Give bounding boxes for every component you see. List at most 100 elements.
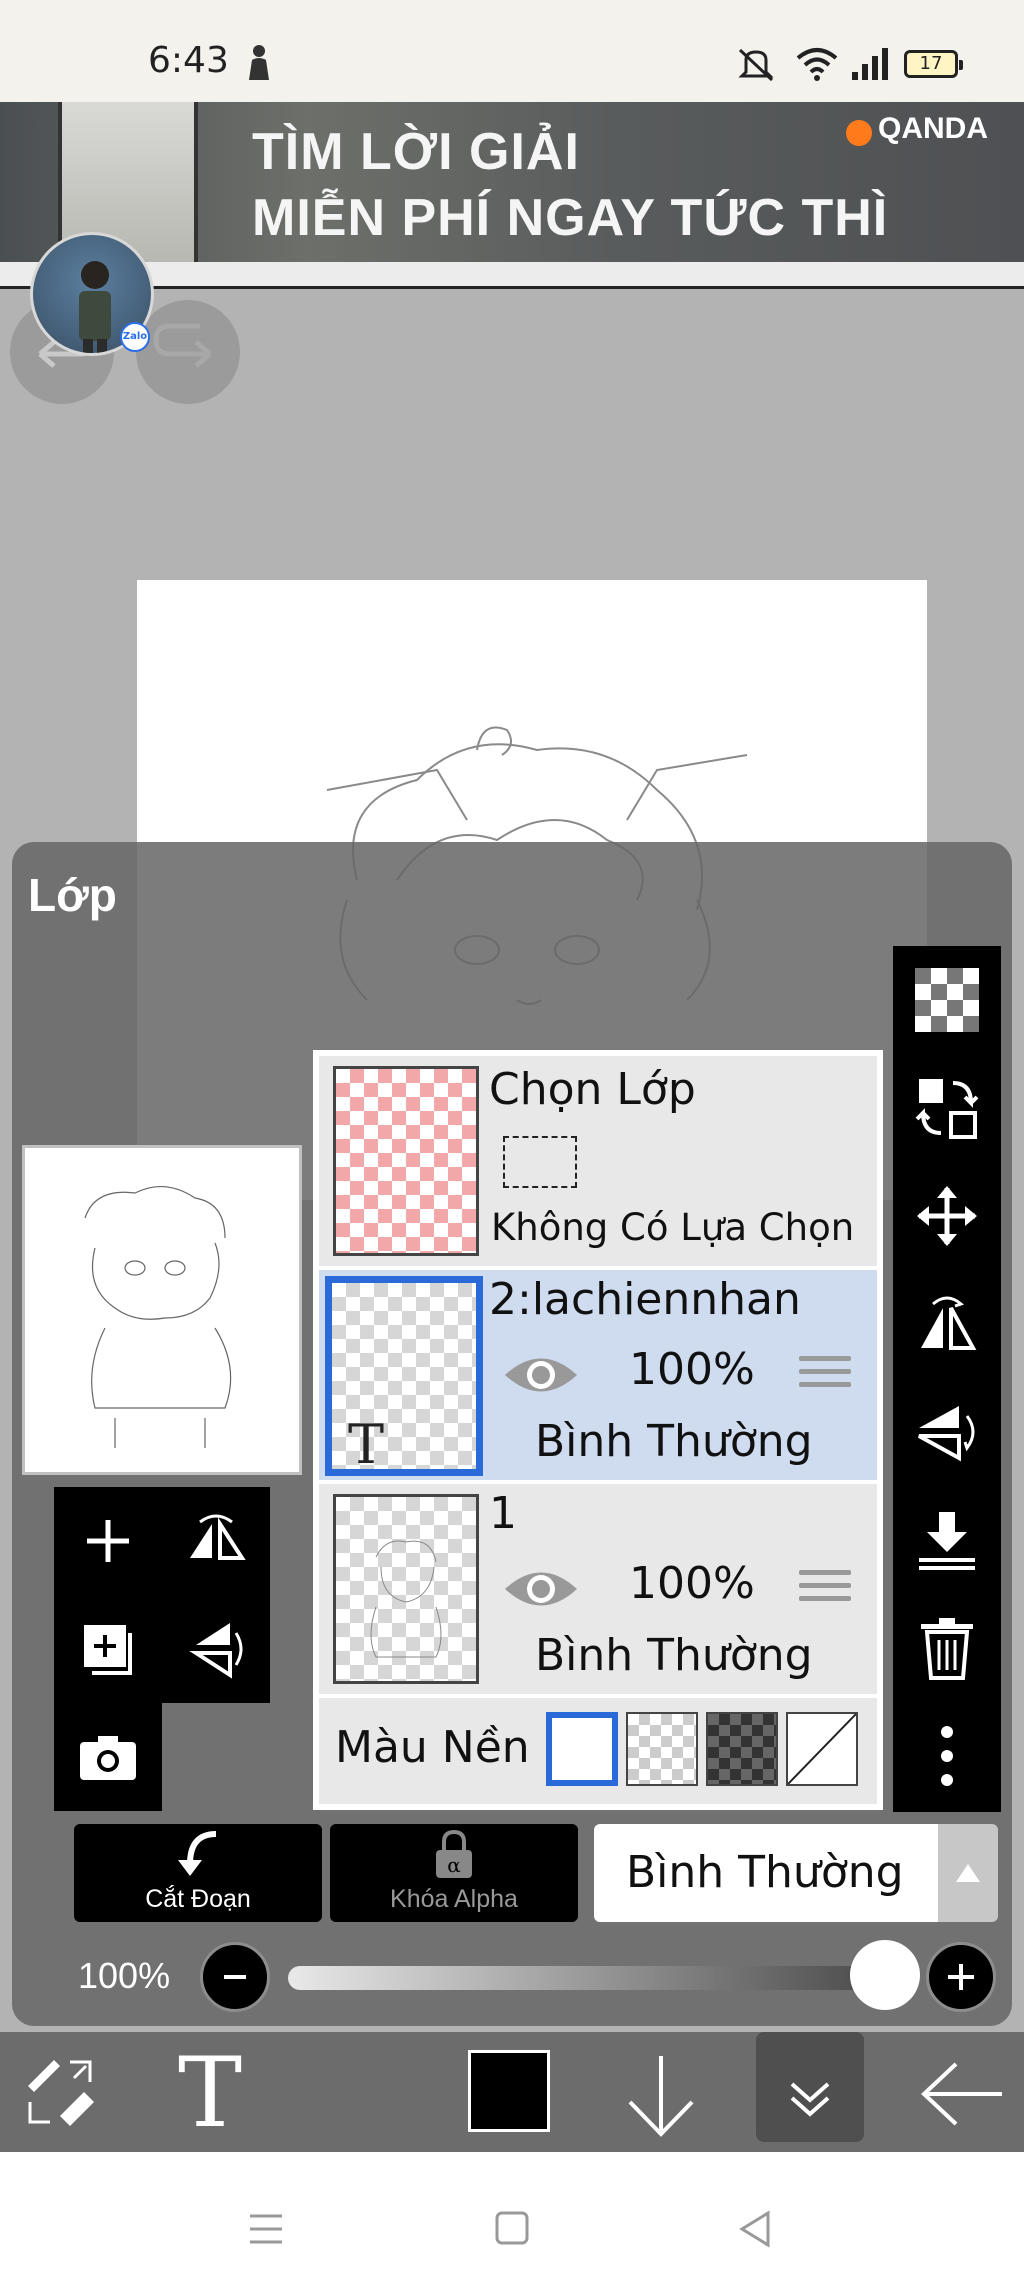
flip-vertical-icon xyxy=(189,1623,243,1679)
ad-brand-logo xyxy=(846,120,872,146)
ad-brand-name: QANDA xyxy=(878,112,988,145)
background-white-option[interactable] xyxy=(546,1712,618,1786)
ad-bottom-strip xyxy=(0,262,1024,286)
background-transparent-option[interactable] xyxy=(626,1712,698,1786)
opacity-slider[interactable] xyxy=(288,1966,882,1990)
arrow-left-icon xyxy=(921,2062,1002,2126)
ad-banner[interactable]: TÌM LỜI GIẢI MIỄN PHÍ NGAY TỨC THÌ QANDA xyxy=(0,102,1024,262)
blend-mode-select[interactable]: Bình Thường xyxy=(594,1824,938,1922)
clipping-label: Cắt Đoạn xyxy=(145,1885,251,1913)
swap-layers-icon xyxy=(915,1079,979,1139)
selection-status: Không Có Lựa Chọn xyxy=(491,1206,855,1249)
more-options-button[interactable] xyxy=(893,1702,1001,1810)
lock-icon: α xyxy=(436,1830,472,1878)
slash-icon xyxy=(787,1713,857,1785)
home-icon[interactable] xyxy=(494,2210,530,2246)
selection-layer-thumbnail xyxy=(333,1066,479,1256)
brush-eraser-icon xyxy=(28,2060,94,2126)
tool-switch-button[interactable] xyxy=(14,2046,106,2138)
redo-icon xyxy=(153,323,212,368)
camera-icon xyxy=(80,1736,136,1780)
layer-blend-mode: Bình Thường xyxy=(535,1630,813,1681)
status-bar: 6:43 17 xyxy=(0,0,1024,102)
color-swatch[interactable] xyxy=(468,2050,550,2132)
flip-vertical-icon xyxy=(918,1406,975,1462)
layer-sketch-thumb xyxy=(370,1540,442,1658)
svg-text:T: T xyxy=(178,2046,242,2138)
alpha-lock-label: Khóa Alpha xyxy=(390,1885,518,1913)
system-nav-bar xyxy=(0,2152,1024,2276)
drag-handle-icon[interactable] xyxy=(799,1356,851,1396)
menu-icon[interactable] xyxy=(248,2212,284,2246)
clip-arrow-icon xyxy=(178,1831,217,1876)
wifi-icon xyxy=(796,48,838,81)
layer-row[interactable]: 1 100% Bình Thường xyxy=(319,1484,877,1694)
camera-button[interactable] xyxy=(54,1703,162,1811)
zalo-badge: Zalo xyxy=(120,322,150,352)
move-arrows-icon xyxy=(917,1186,977,1246)
camera-tool-group xyxy=(54,1703,162,1811)
alpha-lock-button[interactable]: α Khóa Alpha xyxy=(330,1824,578,1922)
eye-icon[interactable] xyxy=(501,1564,581,1614)
merge-down-icon xyxy=(919,1512,975,1570)
plus-icon xyxy=(948,1964,974,1990)
duplicate-layer-button[interactable] xyxy=(54,1595,162,1703)
text-tool-icon: T xyxy=(178,2037,242,2149)
back-button[interactable] xyxy=(916,2050,1010,2140)
opacity-increase-button[interactable] xyxy=(926,1942,996,2012)
collapse-panel-button[interactable] xyxy=(756,2032,864,2142)
background-none-option[interactable] xyxy=(786,1712,858,1786)
redo-button[interactable] xyxy=(136,300,240,404)
layer-down-button[interactable] xyxy=(620,2050,702,2140)
accessibility-icon xyxy=(249,45,269,80)
layer-thumbnail: T xyxy=(325,1276,483,1476)
trash-icon xyxy=(921,1618,973,1680)
merge-down-button[interactable] xyxy=(893,1486,1001,1594)
drag-handle-icon[interactable] xyxy=(799,1570,851,1610)
battery-indicator: 17 xyxy=(904,50,963,78)
move-layer-button[interactable] xyxy=(893,1054,1001,1162)
back-nav-icon[interactable] xyxy=(738,2210,772,2248)
layer-preview-thumbnail xyxy=(22,1145,302,1475)
add-layer-button[interactable] xyxy=(54,1487,162,1595)
background-dark-option[interactable] xyxy=(706,1712,778,1786)
flip-vertical-right-button[interactable] xyxy=(893,1378,1001,1486)
mute-icon xyxy=(738,48,774,82)
opacity-decrease-button[interactable] xyxy=(200,1942,270,2012)
text-layer-icon: T xyxy=(348,1413,385,1476)
ad-headline-2: MIỄN PHÍ NGAY TỨC THÌ xyxy=(252,189,889,247)
flip-horizontal-icon xyxy=(190,1514,246,1560)
arrow-down-icon xyxy=(628,2056,694,2137)
delete-layer-button[interactable] xyxy=(893,1594,1001,1702)
selection-layer-title: Chọn Lớp xyxy=(489,1064,696,1115)
background-label: Màu Nền xyxy=(335,1722,530,1773)
panel-title: Lớp xyxy=(28,869,117,921)
status-time: 6:43 xyxy=(148,40,229,81)
layer-opacity: 100% xyxy=(629,1344,755,1395)
selection-marquee-icon xyxy=(503,1136,577,1188)
svg-text:α: α xyxy=(447,1853,461,1877)
flip-horizontal-button[interactable] xyxy=(162,1487,270,1595)
layer-blend-mode: Bình Thường xyxy=(535,1416,813,1467)
clipping-button[interactable]: Cắt Đoạn xyxy=(74,1824,322,1922)
layer-name: 2:lachiennhan xyxy=(489,1274,801,1325)
signal-icon xyxy=(852,48,888,80)
flip-vertical-button[interactable] xyxy=(162,1595,270,1703)
opacity-slider-knob[interactable] xyxy=(850,1940,920,2010)
preview-sketch xyxy=(84,1185,232,1448)
opacity-value: 100% xyxy=(78,1955,171,1996)
flip-horizontal-right-button[interactable] xyxy=(893,1270,1001,1378)
checker-button[interactable] xyxy=(893,946,1001,1054)
triangle-up-icon xyxy=(956,1864,980,1882)
eye-icon[interactable] xyxy=(501,1350,581,1400)
layer-opacity: 100% xyxy=(629,1558,755,1609)
layer-name: 1 xyxy=(489,1488,517,1539)
flip-horizontal-icon xyxy=(921,1296,977,1350)
selection-layer-row[interactable]: Chọn Lớp Không Có Lựa Chọn xyxy=(319,1056,877,1266)
layer-row[interactable]: T 2:lachiennhan 100% Bình Thường xyxy=(319,1270,877,1480)
text-tool-button[interactable]: T xyxy=(170,2037,250,2149)
add-copy-icon xyxy=(84,1625,132,1675)
more-vertical-icon xyxy=(941,1726,953,1786)
blend-mode-dropdown-button[interactable] xyxy=(938,1824,998,1922)
transform-button[interactable] xyxy=(893,1162,1001,1270)
